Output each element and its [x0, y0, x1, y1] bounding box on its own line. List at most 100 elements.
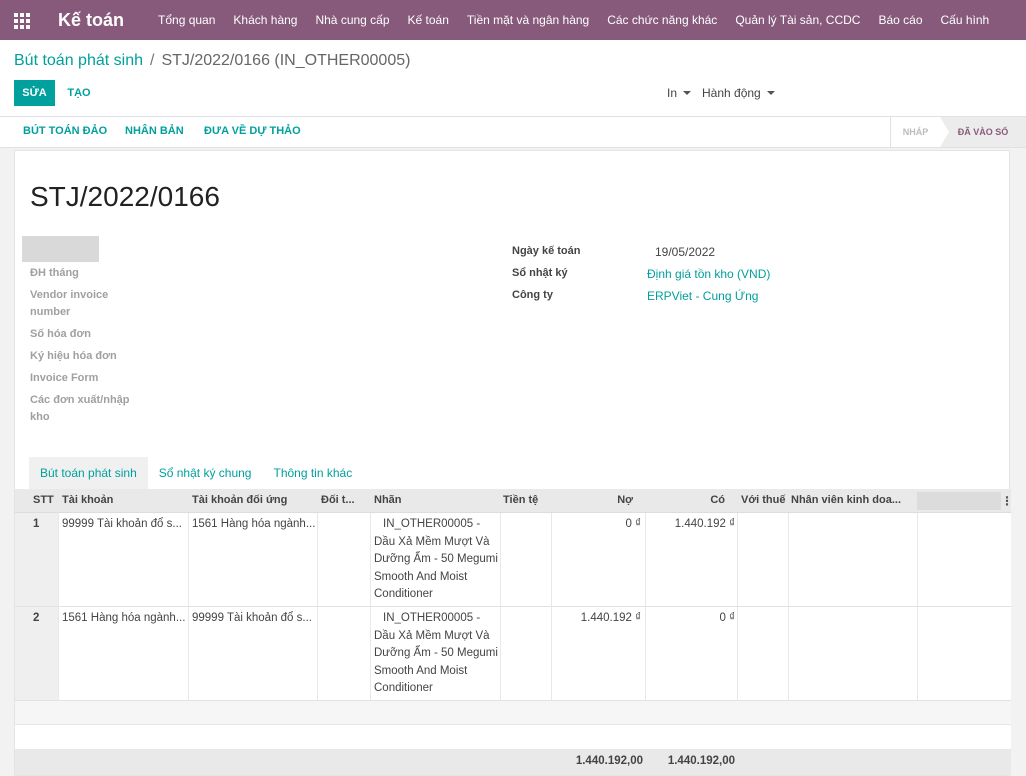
table-row[interactable]: 1 99999 Tài khoản đổ s... 1561 Hàng hóa …: [15, 513, 1011, 607]
col-divider: [645, 607, 646, 701]
reference-field[interactable]: [22, 236, 99, 262]
create-button[interactable]: TẠO: [62, 80, 96, 106]
col-divider: [500, 513, 501, 607]
duplicate-button[interactable]: NHÂN BẢN: [125, 125, 184, 137]
label-cac-don-line2: kho: [30, 411, 50, 423]
empty-row[interactable]: [15, 701, 1011, 725]
col-debit[interactable]: Nợ: [555, 494, 633, 506]
edit-button[interactable]: SỬA: [14, 80, 55, 106]
col-divider: [370, 513, 371, 607]
menu-item-tong-quan[interactable]: Tổng quan: [158, 13, 215, 27]
table-header: STT Tài khoản Tài khoản đối ứng Đối t...…: [15, 489, 1013, 513]
tab-thong-tin-khac[interactable]: Thông tin khác: [262, 457, 363, 489]
menu-item-bao-cao[interactable]: Báo cáo: [878, 13, 922, 27]
cell-account[interactable]: 99999 Tài khoản đổ s...: [62, 516, 186, 534]
menu-item-khach-hang[interactable]: Khách hàng: [233, 13, 297, 27]
menu-item-tai-san[interactable]: Quản lý Tài sản, CCDC: [735, 13, 860, 27]
caret-down-icon: [766, 91, 775, 95]
stage-draft: NHÁP: [890, 117, 940, 147]
col-divider: [188, 607, 189, 701]
cell-label-line: IN_OTHER00005 -: [383, 612, 481, 624]
tab-so-nhat-ky-chung[interactable]: Sổ nhật ký chung: [148, 457, 263, 489]
label-so-nhat-ky: Sổ nhật ký: [512, 267, 568, 279]
cell-label-line: IN_OTHER00005 -: [383, 518, 481, 530]
col-currency[interactable]: Tiền tệ: [503, 494, 538, 506]
total-debit: 1.440.192,00: [575, 755, 643, 767]
cell-stt: 2: [33, 612, 40, 624]
link-so-nhat-ky[interactable]: Định giá tồn kho (VND): [647, 267, 770, 281]
cell-label-line: Dưỡng Ẩm - 50 Megumi: [374, 647, 498, 659]
cell-credit[interactable]: 1.440.192 ₫: [647, 516, 735, 534]
cell-label-line: Smooth And Moist: [374, 664, 468, 677]
col-salesperson[interactable]: Nhân viên kinh doa...: [791, 494, 913, 506]
menu-item-ke-toan[interactable]: Kế toán: [408, 13, 449, 27]
col-blank: [917, 492, 1001, 510]
col-label[interactable]: Nhãn: [374, 494, 402, 506]
label-cac-don-line1: Các đơn xuất/nhập: [30, 394, 130, 406]
cell-counter-account[interactable]: 99999 Tài khoản đổ s...: [192, 610, 316, 628]
cell-debit[interactable]: 0 ₫: [555, 516, 642, 534]
col-partner[interactable]: Đối t...: [321, 494, 367, 506]
col-divider: [317, 513, 318, 607]
menu-item-chuc-nang-khac[interactable]: Các chức năng khác: [607, 13, 717, 27]
col-divider: [917, 607, 918, 701]
col-stt[interactable]: STT: [33, 494, 54, 506]
breadcrumb-separator: /: [149, 52, 155, 69]
total-credit: 1.440.192,00: [667, 755, 735, 767]
col-divider: [58, 607, 59, 701]
col-divider: [551, 513, 552, 607]
menu-item-cau-hinh[interactable]: Cấu hình: [941, 13, 990, 27]
link-cong-ty[interactable]: ERPViet - Cung Ứng: [647, 289, 758, 303]
col-tax[interactable]: Với thuế: [741, 494, 786, 506]
cell-debit[interactable]: 1.440.192 ₫: [555, 610, 641, 628]
label-cac-don-xuat-nhap: Các đơn xuất/nhập kho: [30, 392, 130, 426]
action-dropdown[interactable]: Hành động: [702, 86, 775, 100]
label-vendor-invoice: Vendor invoice number: [30, 287, 108, 321]
label-invoice-form: Invoice Form: [30, 372, 99, 384]
stage-posted: ĐÃ VÀO SỔ: [940, 117, 1026, 147]
cell-label-line: Conditioner: [374, 588, 433, 600]
cell-label-line: Dầu Xả Mềm Mượt Và: [374, 535, 490, 548]
label-cong-ty: Công ty: [512, 289, 553, 301]
app-brand[interactable]: Kế toán: [58, 10, 124, 31]
status-bar: BÚT TOÁN ĐẢO NHÂN BẢN ĐƯA VỀ DỰ THẢO NHÁ…: [0, 116, 1026, 148]
journal-items-table: STT Tài khoản Tài khoản đối ứng Đối t...…: [15, 489, 1013, 775]
value-ngay-ke-toan[interactable]: 19/05/2022: [655, 245, 715, 259]
cell-label[interactable]: IN_OTHER00005 - Dầu Xả Mềm Mượt Và Dưỡng…: [374, 516, 498, 604]
notebook-tabs: Bút toán phát sinh Sổ nhật ký chung Thôn…: [29, 457, 363, 489]
menu-item-tien-mat[interactable]: Tiền mặt và ngân hàng: [467, 13, 589, 27]
col-divider: [788, 607, 789, 701]
col-credit[interactable]: Có: [647, 494, 725, 506]
cell-credit[interactable]: 0 ₫: [647, 610, 736, 628]
reverse-entry-button[interactable]: BÚT TOÁN ĐẢO: [23, 125, 107, 137]
label-ngay-ke-toan: Ngày kế toán: [512, 245, 581, 257]
label-vendor-invoice-line1: Vendor invoice: [30, 289, 109, 301]
caret-down-icon: [683, 91, 692, 95]
column-options-icon[interactable]: ⋮: [1001, 494, 1013, 508]
col-counter-account[interactable]: Tài khoản đối ứng: [192, 494, 287, 506]
table-row[interactable]: 2 1561 Hàng hóa ngành... 99999 Tài khoản…: [15, 607, 1011, 701]
cell-account[interactable]: 1561 Hàng hóa ngành...: [62, 610, 186, 628]
menu-item-nha-cung-cap[interactable]: Nhà cung cấp: [315, 13, 389, 27]
breadcrumb: Bút toán phát sinh / STJ/2022/0166 (IN_O…: [14, 52, 410, 70]
cell-counter-account[interactable]: 1561 Hàng hóa ngành...: [192, 516, 316, 534]
top-navbar: Kế toán Tổng quan Khách hàng Nhà cung cấ…: [0, 0, 1026, 40]
cell-label-line: Conditioner: [374, 682, 433, 694]
label-vendor-invoice-line2: number: [30, 306, 71, 318]
cell-label[interactable]: IN_OTHER00005 - Dầu Xả Mềm Mượt Và Dưỡng…: [374, 610, 498, 698]
print-dropdown[interactable]: In: [667, 86, 692, 100]
label-dh-thang: ĐH tháng: [30, 267, 79, 279]
col-divider: [917, 513, 918, 607]
col-account[interactable]: Tài khoản: [62, 494, 113, 506]
breadcrumb-parent[interactable]: Bút toán phát sinh: [14, 52, 143, 70]
reset-to-draft-button[interactable]: ĐƯA VỀ DỰ THẢO: [204, 125, 301, 137]
empty-row: [15, 725, 1011, 749]
stage-indicator: NHÁP ĐÃ VÀO SỔ: [890, 117, 1026, 147]
col-divider: [788, 513, 789, 607]
apps-grid-icon[interactable]: [14, 13, 30, 29]
form-sheet: STJ/2022/0166 ĐH tháng Vendor invoice nu…: [14, 150, 1013, 776]
tab-but-toan-phat-sinh[interactable]: Bút toán phát sinh: [29, 457, 148, 489]
table-footer-totals: 1.440.192,00 1.440.192,00: [15, 749, 1011, 775]
col-divider: [737, 513, 738, 607]
label-so-hoa-don: Số hóa đơn: [30, 328, 91, 340]
